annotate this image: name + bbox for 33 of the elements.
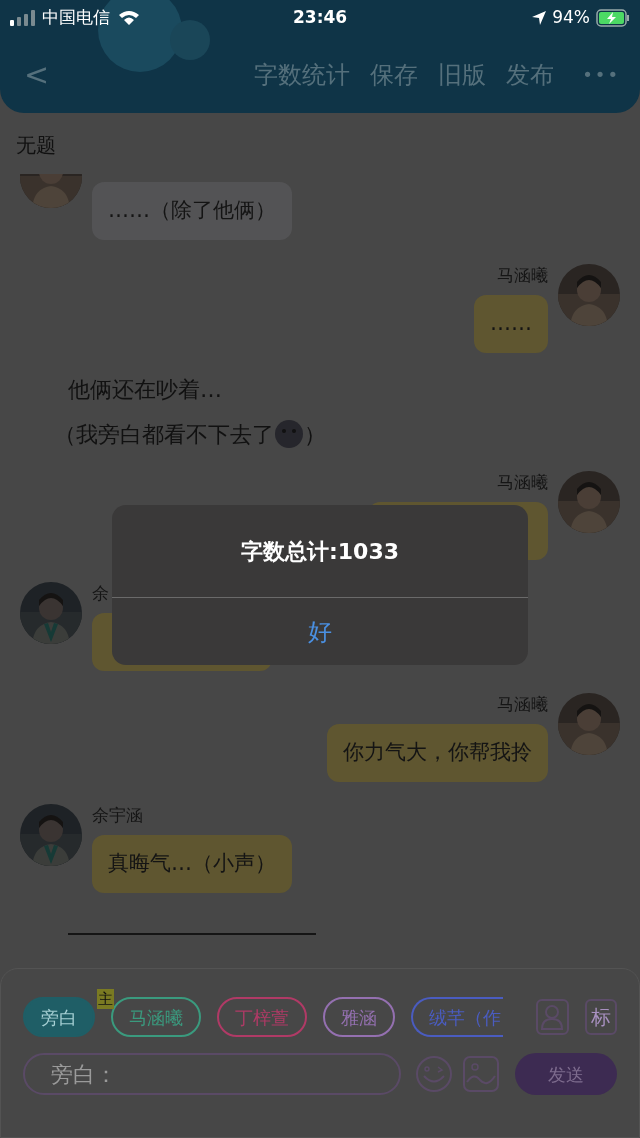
message-bubble: …… <box>474 295 548 353</box>
toolbar-action[interactable]: 保存 <box>370 56 419 93</box>
message-bubble: 真晦气…（小声） <box>92 835 292 893</box>
main-badge: 主 <box>97 989 114 1009</box>
message-input[interactable]: 旁白： <box>23 1053 401 1095</box>
message-bubble: 你力气大，你帮我拎 <box>327 724 548 782</box>
moon-face-icon <box>274 419 304 449</box>
toolbar-action[interactable]: 旧版 <box>438 56 487 93</box>
carrier-text: 中国电信 <box>42 6 110 30</box>
toolbar-action[interactable]: 字数统计 <box>254 56 351 93</box>
battery-text: 94% <box>552 6 590 30</box>
message-bubble: ……（除了他俩） <box>92 182 292 240</box>
battery-icon <box>596 9 630 27</box>
role-chip[interactable]: 丁梓萱 <box>217 997 307 1037</box>
role-chip[interactable]: 旁白 <box>23 997 95 1037</box>
ok-button[interactable]: 好 <box>112 598 528 665</box>
narration-text: ） <box>304 420 326 449</box>
person-button[interactable] <box>536 999 569 1035</box>
emoji-icon[interactable] <box>415 1055 453 1093</box>
alert-message: 字数总计:1033 <box>241 537 399 566</box>
time-text: 23:46 <box>293 6 348 30</box>
person-icon <box>540 1004 565 1030</box>
toolbar-action[interactable]: 发布 <box>506 56 555 93</box>
image-icon[interactable] <box>463 1056 499 1092</box>
wifi-icon <box>118 10 140 26</box>
role-chip[interactable]: 雅涵 <box>323 997 395 1037</box>
send-button[interactable]: 发送 <box>515 1053 617 1095</box>
role-chip[interactable]: 绒芊（作 <box>411 997 503 1037</box>
mark-button[interactable]: 标 <box>584 999 617 1035</box>
more-button[interactable]: ••• <box>582 61 620 88</box>
signal-icon <box>10 10 36 26</box>
back-button[interactable]: < <box>24 59 48 90</box>
location-icon <box>532 11 547 25</box>
